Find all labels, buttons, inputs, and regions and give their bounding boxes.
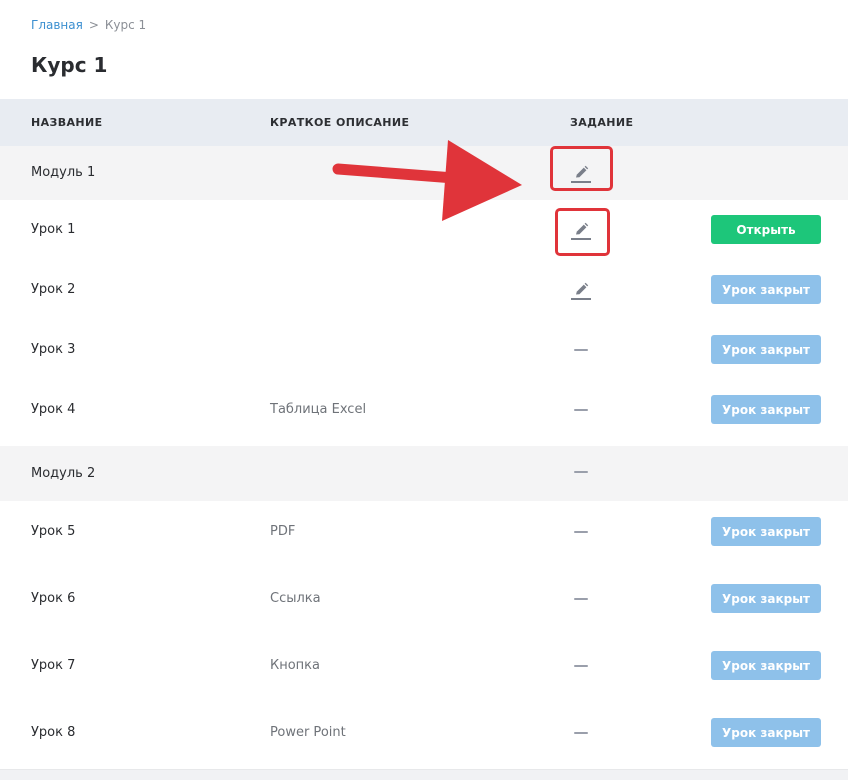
lesson-description: PDF: [270, 524, 296, 539]
breadcrumb-home-link[interactable]: Главная: [31, 18, 83, 32]
column-header-task: ЗАДАНИЕ: [570, 116, 634, 129]
lesson-name: Урок 7: [31, 658, 76, 673]
task-cell: [558, 652, 604, 680]
task-pencil-icon[interactable]: [558, 276, 604, 304]
dash-icon: [574, 531, 588, 533]
lesson-name: Урок 4: [31, 402, 76, 417]
dash-icon: [574, 349, 588, 351]
lesson-closed-button[interactable]: Урок закрыт: [711, 335, 821, 364]
lesson-description: Таблица Excel: [270, 402, 367, 417]
lesson-row: Урок 4 Таблица Excel Урок закрыт: [0, 380, 848, 447]
column-header-description: КРАТКОЕ ОПИСАНИЕ: [270, 116, 410, 129]
course-page: Главная > Курс 1 Курс 1 НАЗВАНИЕ КРАТКОЕ О…: [0, 0, 848, 770]
lesson-name: Урок 1: [31, 222, 76, 237]
module-name: Модуль 2: [31, 466, 96, 481]
task-cell: [558, 585, 604, 613]
breadcrumb-separator: >: [88, 18, 99, 32]
lesson-closed-button[interactable]: Урок закрыт: [711, 584, 821, 613]
module-row: Модуль 2: [0, 446, 848, 502]
annotation-arrow-icon: [332, 140, 522, 221]
lesson-closed-button[interactable]: Урок закрыт: [711, 651, 821, 680]
dash-icon: [574, 665, 588, 667]
lesson-row: Урок 8 Power Point Урок закрыт: [0, 702, 848, 770]
task-cell: [558, 396, 604, 424]
dash-icon: [574, 732, 588, 734]
lesson-row: Урок 3 Урок закрыт: [0, 320, 848, 381]
task-cell: [558, 458, 604, 486]
lesson-description: Ссылка: [270, 591, 321, 606]
dash-icon: [574, 409, 588, 411]
lesson-closed-button[interactable]: Урок закрыт: [711, 275, 821, 304]
dash-icon: [574, 471, 588, 473]
lesson-closed-button[interactable]: Урок закрыт: [711, 517, 821, 546]
task-cell: [558, 336, 604, 364]
lesson-description: Кнопка: [270, 658, 321, 673]
lesson-row: Урок 6 Ссылка Урок закрыт: [0, 568, 848, 636]
highlight-box: [550, 146, 613, 191]
dash-icon: [574, 598, 588, 600]
page-title: Курс 1: [31, 53, 108, 77]
lesson-name: Урок 8: [31, 725, 76, 740]
lesson-row: Урок 2 Урок закрыт: [0, 260, 848, 321]
breadcrumb: Главная > Курс 1: [31, 18, 146, 32]
lesson-name: Урок 3: [31, 342, 76, 357]
task-cell: [558, 719, 604, 747]
lesson-description: Power Point: [270, 725, 346, 740]
lesson-closed-button[interactable]: Урок закрыт: [711, 395, 821, 424]
pencil-icon: [571, 282, 591, 300]
highlight-box: [555, 208, 610, 256]
task-cell: [558, 518, 604, 546]
breadcrumb-current: Курс 1: [104, 18, 147, 32]
lesson-name: Урок 5: [31, 524, 76, 539]
open-lesson-button[interactable]: Открыть: [711, 215, 821, 244]
lesson-row: Урок 7 Кнопка Урок закрыт: [0, 635, 848, 703]
lesson-name: Урок 6: [31, 591, 76, 606]
column-header-name: НАЗВАНИЕ: [31, 116, 103, 129]
lesson-row: Урок 5 PDF Урок закрыт: [0, 501, 848, 569]
lesson-name: Урок 2: [31, 282, 76, 297]
lesson-closed-button[interactable]: Урок закрыт: [711, 718, 821, 747]
module-name: Модуль 1: [31, 165, 96, 180]
